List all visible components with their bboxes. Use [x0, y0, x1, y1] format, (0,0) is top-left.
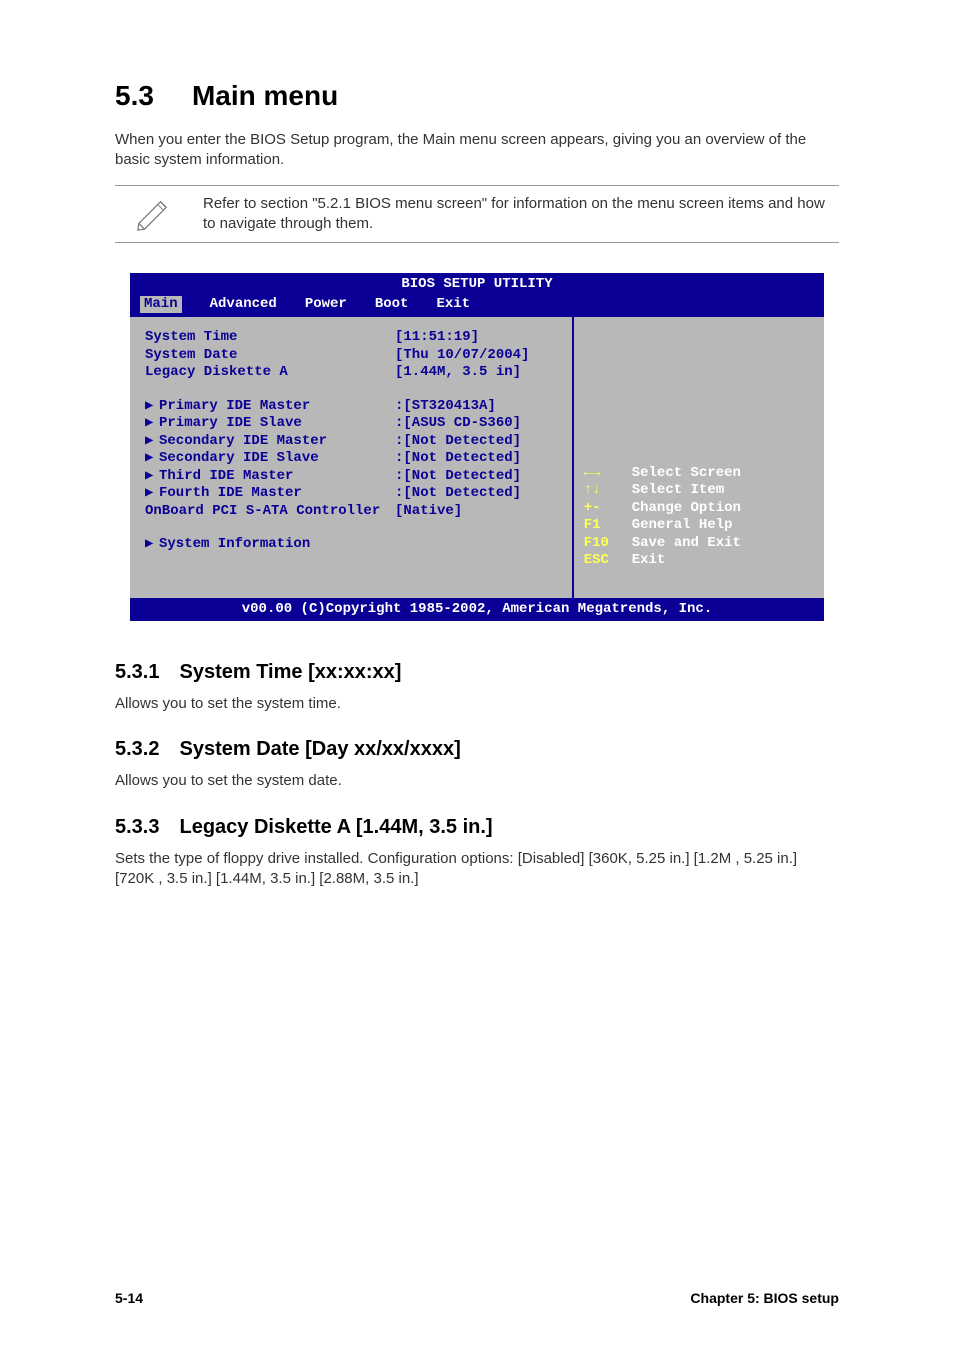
submenu-arrow-icon: ▶ — [145, 398, 159, 416]
subheading: 5.3.3 Legacy Diskette A [1.44M, 3.5 in.] — [115, 816, 839, 839]
subheading: 5.3.2 System Date [Day xx/xx/xxxx] — [115, 738, 839, 761]
section-body: Allows you to set the system time. — [115, 694, 839, 714]
submenu-arrow-icon: ▶ — [145, 450, 159, 468]
sub-title: System Date [Day xx/xx/xxxx] — [179, 738, 460, 760]
fourth-master-label: Fourth IDE Master — [159, 485, 302, 501]
bios-setup-screenshot: BIOS SETUP UTILITY Main Advanced Power B… — [130, 273, 824, 621]
legacy-row: Legacy Diskette A [1.44M, 3.5 in] — [145, 364, 558, 382]
help-exit: ESCExit — [584, 552, 813, 570]
submenu-arrow-icon: ▶ — [145, 433, 159, 451]
help-select-item: ↑↓Select Item — [584, 482, 813, 500]
sub-title: Legacy Diskette A [1.44M, 3.5 in.] — [179, 816, 492, 838]
primary-slave-row: ▶Primary IDE Slave :[ASUS CD-S360] — [145, 415, 558, 433]
heading-title: Main menu — [192, 80, 338, 111]
page-footer: 5-14 Chapter 5: BIOS setup — [115, 1290, 839, 1306]
secondary-master-label: Secondary IDE Master — [159, 433, 327, 449]
help-save-exit: F10Save and Exit — [584, 535, 813, 553]
section-legacy-diskette: 5.3.3Legacy Diskette A [1.44M, 3.5 in.] … — [115, 816, 839, 890]
bios-menu-advanced: Advanced — [210, 296, 277, 314]
help-select-screen: ←→Select Screen — [584, 465, 813, 483]
bios-menu-boot: Boot — [375, 296, 409, 314]
help-key: +- — [584, 500, 632, 518]
sata-value: [Native] — [395, 503, 462, 521]
help-text: Select Item — [632, 482, 724, 500]
sub-number: 5.3.2 — [115, 738, 159, 761]
help-text: General Help — [632, 517, 733, 535]
secondary-master-row: ▶Secondary IDE Master :[Not Detected] — [145, 433, 558, 451]
primary-master-label: Primary IDE Master — [159, 398, 310, 414]
primary-slave-label: Primary IDE Slave — [159, 415, 302, 431]
section-system-date: 5.3.2 System Date [Day xx/xx/xxxx] Allows… — [115, 738, 839, 791]
submenu-arrow-icon: ▶ — [145, 485, 159, 503]
third-master-value: :[Not Detected] — [395, 468, 521, 486]
subheading: 5.3.1 System Time [xx:xx:xx] — [115, 661, 839, 684]
system-time-value: [11:51:19] — [395, 329, 479, 347]
bios-menu-exit: Exit — [436, 296, 470, 314]
secondary-slave-row: ▶Secondary IDE Slave :[Not Detected] — [145, 450, 558, 468]
primary-master-value: :[ST320413A] — [395, 398, 496, 416]
fourth-master-value: :[Not Detected] — [395, 485, 521, 503]
note-text: Refer to section "5.2.1 BIOS menu screen… — [203, 194, 839, 235]
help-key: F1 — [584, 517, 632, 535]
section-system-time: 5.3.1 System Time [xx:xx:xx] Allows you t… — [115, 661, 839, 714]
help-text: Exit — [632, 552, 666, 570]
bios-menu-power: Power — [305, 296, 347, 314]
submenu-arrow-icon: ▶ — [145, 536, 159, 554]
help-change-option: +-Change Option — [584, 500, 813, 518]
section-body: Allows you to set the system date. — [115, 771, 839, 791]
submenu-arrow-icon: ▶ — [145, 415, 159, 433]
sysinfo-row: ▶System Information — [145, 536, 558, 554]
sub-title: System Time [xx:xx:xx] — [179, 661, 401, 683]
sub-number: 5.3.3 — [115, 816, 159, 839]
bios-menu-bar: Main Advanced Power Boot Exit — [130, 294, 824, 318]
help-text: Select Screen — [632, 465, 741, 483]
help-text: Save and Exit — [632, 535, 741, 553]
system-date-value: [Thu 10/07/2004] — [395, 347, 529, 365]
pencil-note-icon — [133, 196, 173, 232]
help-key: F10 — [584, 535, 632, 553]
sata-label: OnBoard PCI S-ATA Controller — [145, 503, 395, 521]
main-heading: 5.3 Main menu — [115, 80, 839, 112]
secondary-slave-value: :[Not Detected] — [395, 450, 521, 468]
heading-number: 5.3 — [115, 80, 154, 112]
chapter-label: Chapter 5: BIOS setup — [690, 1290, 839, 1306]
help-key: ←→ — [584, 465, 632, 483]
system-date-label: System Date — [145, 347, 395, 365]
legacy-value: [1.44M, 3.5 in] — [395, 364, 521, 382]
bios-copyright: v00.00 (C)Copyright 1985-2002, American … — [130, 598, 824, 622]
sysinfo-label: System Information — [159, 536, 310, 552]
legacy-label: Legacy Diskette A — [145, 364, 395, 382]
system-time-label: System Time — [145, 329, 395, 347]
help-key: ESC — [584, 552, 632, 570]
third-master-label: Third IDE Master — [159, 468, 293, 484]
bios-fields: System Time [11:51:19] System Date [Thu … — [131, 317, 572, 598]
section-body: Sets the type of floppy drive installed.… — [115, 849, 839, 890]
bios-menu-main: Main — [140, 296, 182, 314]
sata-row: OnBoard PCI S-ATA Controller [Native] — [145, 503, 558, 521]
submenu-arrow-icon: ▶ — [145, 468, 159, 486]
bios-title: BIOS SETUP UTILITY — [130, 273, 824, 294]
intro-paragraph: When you enter the BIOS Setup program, t… — [115, 130, 839, 171]
sub-number: 5.3.1 — [115, 661, 159, 684]
note-block: Refer to section "5.2.1 BIOS menu screen… — [115, 185, 839, 244]
help-key: ↑↓ — [584, 482, 632, 500]
secondary-slave-label: Secondary IDE Slave — [159, 450, 319, 466]
secondary-master-value: :[Not Detected] — [395, 433, 521, 451]
third-master-row: ▶Third IDE Master :[Not Detected] — [145, 468, 558, 486]
primary-slave-value: :[ASUS CD-S360] — [395, 415, 521, 433]
fourth-master-row: ▶Fourth IDE Master :[Not Detected] — [145, 485, 558, 503]
bios-body: System Time [11:51:19] System Date [Thu … — [130, 317, 824, 598]
primary-master-row: ▶Primary IDE Master :[ST320413A] — [145, 398, 558, 416]
help-general-help: F1General Help — [584, 517, 813, 535]
system-date-row: System Date [Thu 10/07/2004] — [145, 347, 558, 365]
help-text: Change Option — [632, 500, 741, 518]
page-number: 5-14 — [115, 1290, 143, 1306]
system-time-row: System Time [11:51:19] — [145, 329, 558, 347]
bios-help-panel: ←→Select Screen ↑↓Select Item +-Change O… — [572, 317, 823, 598]
